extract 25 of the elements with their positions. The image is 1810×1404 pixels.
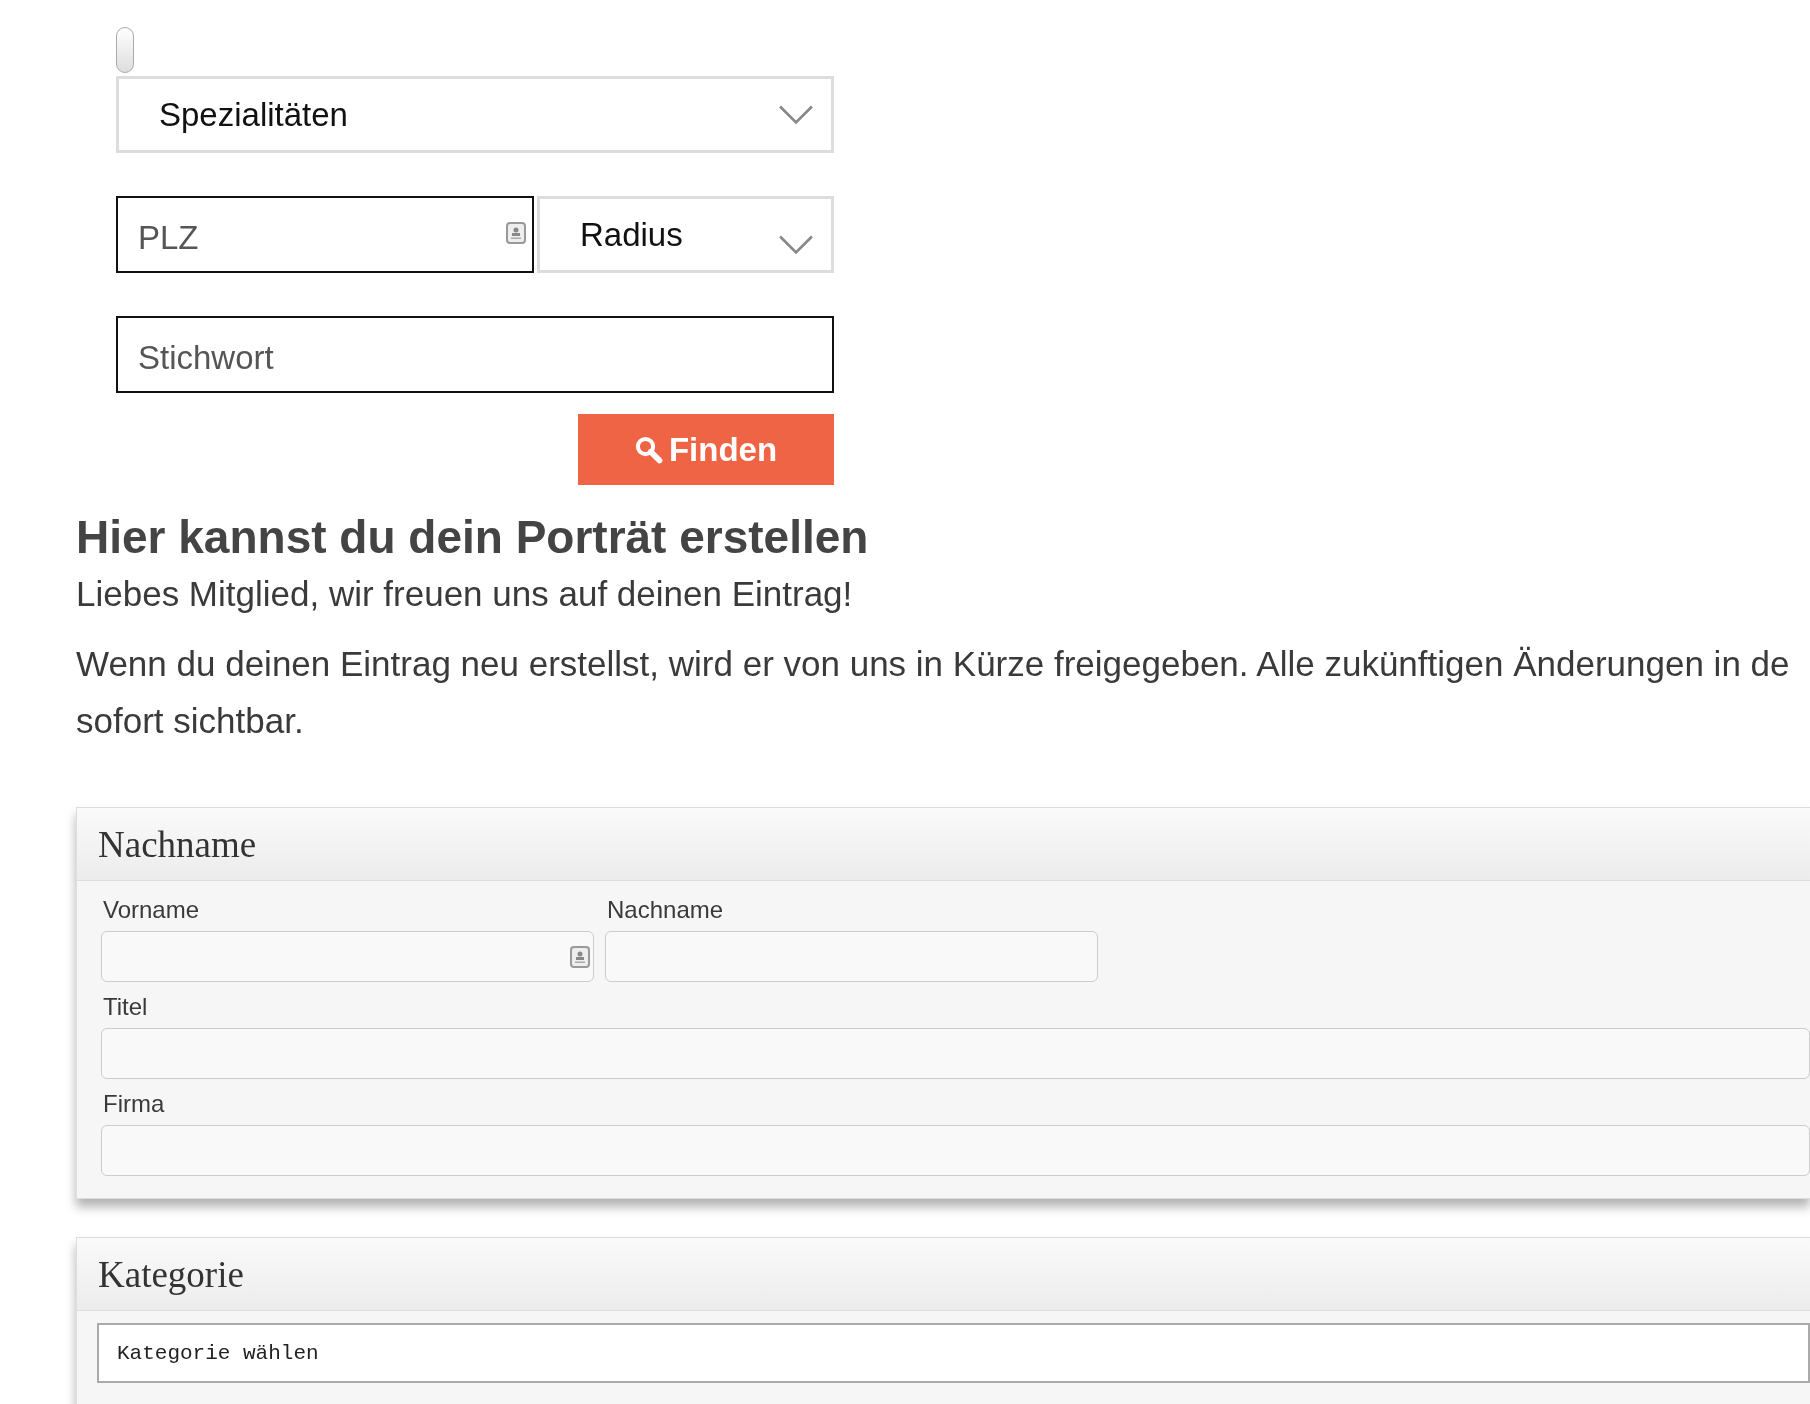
paragraph-line: sofort sichtbar. — [76, 700, 304, 742]
handle-knob[interactable] — [116, 27, 134, 73]
search-icon — [634, 435, 663, 464]
input-field[interactable]: Stichwort — [116, 316, 834, 393]
text-field[interactable] — [101, 1028, 1810, 1079]
field-label: Titel — [102, 992, 149, 1022]
greeting-text: Liebes Mitglied, wir freuen uns auf deinen Eintrag! — [76, 573, 854, 615]
panel-title: Kategorie — [98, 1252, 244, 1296]
chevron-down-icon — [779, 234, 813, 255]
text-field[interactable] — [101, 931, 594, 982]
select-field[interactable]: Spezialitäten — [116, 76, 834, 153]
contact-card-icon — [506, 220, 526, 245]
select-field[interactable]: Radius — [537, 196, 834, 273]
paragraph-line: Wenn du deinen Eintrag neu erstellst, wird er von uns in Kürze freigegeben. Alle zukünftigen Änderungen in de — [76, 643, 1790, 685]
input-field[interactable]: PLZ — [116, 196, 534, 273]
contact-card-icon — [570, 944, 590, 969]
field-label: Firma — [102, 1089, 166, 1119]
field-label: Nachname — [606, 895, 725, 925]
text-field[interactable] — [101, 1125, 1810, 1176]
panel-title: Nachname — [98, 822, 257, 866]
field-label: Vorname — [102, 895, 201, 925]
chevron-down-icon — [779, 104, 813, 125]
select-field[interactable]: Kategorie wählen — [97, 1323, 1810, 1383]
text-field[interactable] — [605, 931, 1098, 982]
page-heading: Hier kannst du dein Porträt erstellen — [76, 510, 870, 565]
